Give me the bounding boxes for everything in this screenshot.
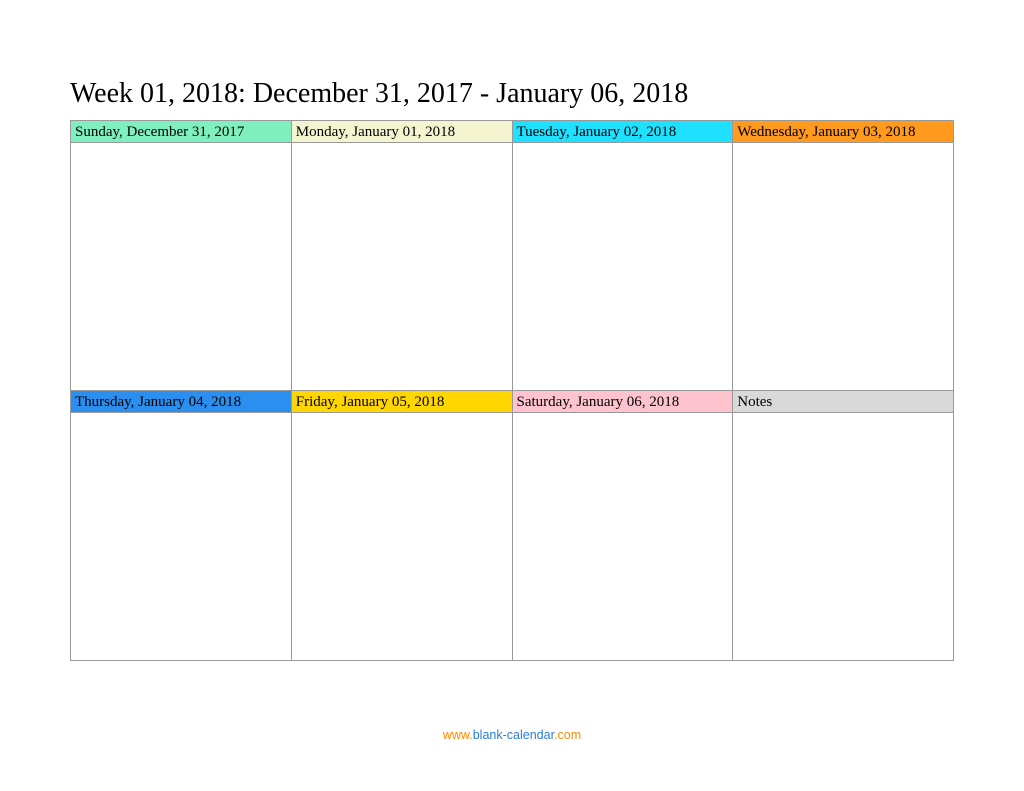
day-body-thursday (71, 413, 292, 661)
day-body-monday (292, 143, 513, 391)
day-body-friday (292, 413, 513, 661)
day-header-sunday: Sunday, December 31, 2017 (71, 121, 292, 143)
week-grid: Sunday, December 31, 2017 Monday, Januar… (70, 120, 954, 661)
day-header-wednesday: Wednesday, January 03, 2018 (733, 121, 954, 143)
page-title: Week 01, 2018: December 31, 2017 - Janua… (70, 78, 954, 110)
notes-header: Notes (733, 391, 954, 413)
day-header-monday: Monday, January 01, 2018 (292, 121, 513, 143)
day-body-wednesday (733, 143, 954, 391)
day-header-tuesday: Tuesday, January 02, 2018 (513, 121, 734, 143)
notes-body (733, 413, 954, 661)
footer-link-part2: blank-calendar (473, 728, 554, 742)
day-body-sunday (71, 143, 292, 391)
footer-link-part1: www. (443, 728, 473, 742)
footer-link[interactable]: www.blank-calendar.com (0, 728, 1024, 742)
day-header-thursday: Thursday, January 04, 2018 (71, 391, 292, 413)
footer-link-part3: .com (554, 728, 581, 742)
day-header-friday: Friday, January 05, 2018 (292, 391, 513, 413)
day-body-saturday (513, 413, 734, 661)
day-header-saturday: Saturday, January 06, 2018 (513, 391, 734, 413)
day-body-tuesday (513, 143, 734, 391)
page: Week 01, 2018: December 31, 2017 - Janua… (0, 0, 1024, 791)
